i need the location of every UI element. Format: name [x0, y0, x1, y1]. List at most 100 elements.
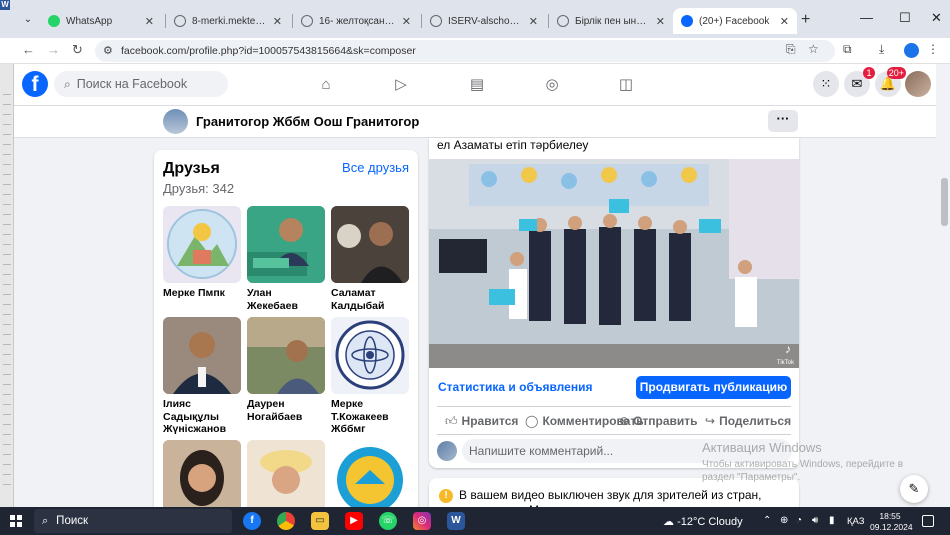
- volume-icon[interactable]: 🔊︎: [812, 515, 818, 526]
- chrome-menu-icon[interactable]: ⋮: [927, 42, 939, 56]
- gaming-icon[interactable]: ◫: [616, 75, 636, 95]
- page-scrollbar-thumb[interactable]: [941, 178, 948, 226]
- close-icon[interactable]: ✕: [656, 15, 665, 28]
- tab-iserv[interactable]: ISERV-alschool.kz - Г ✕: [422, 8, 546, 34]
- facebook-search-input[interactable]: ⌕ Поиск на Facebook: [54, 71, 228, 97]
- globe-icon: [301, 15, 313, 27]
- profile-name[interactable]: Гранитогор Жббм Оош Гранитогор: [196, 114, 419, 129]
- friend-photo[interactable]: [163, 317, 241, 394]
- close-icon[interactable]: ✕: [780, 15, 789, 28]
- facebook-logo[interactable]: f: [22, 71, 48, 97]
- friend-tile[interactable]: Саламат Калдыбай: [331, 206, 409, 312]
- messenger-icon[interactable]: ✉ 1: [844, 67, 875, 97]
- promote-post-button[interactable]: Продвигать публикацию: [636, 376, 791, 399]
- friend-name[interactable]: Улан Жекебаев: [247, 287, 325, 312]
- see-all-friends-link[interactable]: Все друзья: [342, 160, 409, 175]
- friend-tile[interactable]: Ілияс Садықұлы Жүніcжанов: [163, 317, 241, 436]
- wifi-icon[interactable]: ◔: [796, 515, 802, 526]
- new-tab-plus-icon[interactable]: +: [801, 11, 810, 29]
- more-options-button[interactable]: ···: [768, 110, 798, 132]
- network-icon[interactable]: ⊕: [780, 515, 788, 526]
- reload-icon[interactable]: ↻: [72, 42, 83, 58]
- friend-photo[interactable]: [331, 206, 409, 283]
- notifications-badge: 20+: [886, 67, 906, 79]
- tab-birlik[interactable]: Бірлік пен ынтымақ ✕: [549, 8, 673, 34]
- like-button[interactable]: 👍︎ Нравится: [445, 414, 518, 429]
- maximize-icon[interactable]: ☐: [899, 10, 911, 26]
- whatsapp-icon: [48, 15, 60, 27]
- friend-photo[interactable]: [331, 317, 409, 394]
- close-icon[interactable]: ✕: [273, 15, 282, 28]
- send-button[interactable]: ⊛ Отправить: [619, 414, 698, 428]
- globe-icon: [430, 15, 442, 27]
- menu-grid-icon[interactable]: ⁙: [813, 71, 839, 97]
- close-icon[interactable]: ✕: [402, 15, 411, 28]
- friend-photo[interactable]: [163, 440, 241, 507]
- youtube-icon[interactable]: ▶: [345, 512, 363, 530]
- facebook-app-icon[interactable]: f: [243, 512, 261, 530]
- friend-photo[interactable]: [247, 317, 325, 394]
- friend-tile[interactable]: Мерке Т.Кожакеев Жббмг: [331, 317, 409, 436]
- friends-title[interactable]: Друзья: [163, 160, 220, 178]
- friend-tile[interactable]: Мерке Пмпк: [163, 206, 241, 300]
- tab-search-chevron-icon[interactable]: ⌄: [18, 9, 38, 29]
- forward-arrow-icon[interactable]: →: [47, 42, 60, 57]
- back-arrow-icon[interactable]: ←: [22, 42, 35, 57]
- friend-tile[interactable]: [163, 440, 241, 507]
- commenter-avatar[interactable]: [437, 441, 457, 461]
- statistics-link[interactable]: Статистика и объявления: [438, 380, 592, 394]
- browser-profile-avatar[interactable]: [904, 43, 919, 58]
- tab-whatsapp[interactable]: WhatsApp ✕: [40, 8, 162, 34]
- friend-photo[interactable]: [163, 206, 241, 283]
- marketplace-icon[interactable]: ▤: [467, 75, 487, 95]
- close-icon[interactable]: ✕: [529, 15, 538, 28]
- address-bar[interactable]: ⚙ facebook.com/profile.php?id=1000575438…: [95, 40, 835, 62]
- close-icon[interactable]: ✕: [145, 15, 154, 28]
- notification-center-icon[interactable]: [922, 515, 934, 527]
- notifications-bell-icon[interactable]: 🔔 20+: [875, 67, 906, 97]
- extensions-puzzle-icon[interactable]: ⧉: [843, 42, 852, 57]
- friend-name[interactable]: Даурен Ногайбаев: [247, 398, 325, 423]
- minimize-icon[interactable]: —: [860, 10, 873, 25]
- friend-tile[interactable]: [247, 440, 325, 507]
- instagram-icon[interactable]: ◎: [413, 512, 431, 530]
- friend-tile[interactable]: Даурен Ногайбаев: [247, 317, 325, 423]
- friend-name[interactable]: Ілияс Садықұлы Жүніcжанов: [163, 398, 241, 436]
- word-app-icon[interactable]: W: [447, 512, 465, 530]
- tab-merki[interactable]: 8-merki.mektebi.kz ✕: [166, 8, 290, 34]
- whatsapp-app-icon[interactable]: ☏: [379, 512, 397, 530]
- groups-icon[interactable]: ◎: [542, 75, 562, 95]
- install-app-icon[interactable]: ⎘: [786, 42, 796, 57]
- profile-avatar[interactable]: [163, 109, 188, 134]
- battery-icon[interactable]: ▮: [829, 515, 835, 526]
- friend-name[interactable]: Мерке Т.Кожакеев Жббмг: [331, 398, 409, 436]
- friend-photo[interactable]: [331, 440, 409, 507]
- post-video[interactable]: ♪ TikTok: [429, 159, 799, 368]
- tray-chevron-icon[interactable]: ⌃: [763, 515, 771, 526]
- friend-photo[interactable]: [247, 206, 325, 283]
- friend-tile[interactable]: [331, 440, 409, 507]
- clock[interactable]: 18:55 09.12.2024: [870, 511, 913, 533]
- friend-name[interactable]: Мерке Пмпк: [163, 287, 241, 300]
- download-icon[interactable]: ⤓: [879, 42, 884, 57]
- friend-name[interactable]: Саламат Калдыбай: [331, 287, 409, 312]
- tab-facebook[interactable]: (20+) Facebook ✕: [673, 8, 797, 34]
- chrome-app-icon[interactable]: [277, 512, 295, 530]
- account-avatar[interactable]: [905, 71, 931, 97]
- language-indicator[interactable]: ҚАЗ: [847, 516, 865, 527]
- share-button[interactable]: ↪ Поделиться: [705, 414, 791, 428]
- bookmark-star-icon[interactable]: ☆: [808, 42, 819, 56]
- video-icon[interactable]: ▷: [391, 75, 411, 95]
- tab-zheltoksan[interactable]: 16- желтоқсан Тәуел ✕: [293, 8, 419, 34]
- page-scrollbar-track[interactable]: [936, 106, 950, 507]
- file-explorer-icon[interactable]: ▭: [311, 512, 329, 530]
- site-settings-icon[interactable]: ⚙: [103, 44, 113, 57]
- windows-start-icon[interactable]: [10, 515, 22, 527]
- window-close-icon[interactable]: ✕: [931, 10, 942, 26]
- taskbar-search[interactable]: ⌕ Поиск: [34, 509, 232, 533]
- friend-photo[interactable]: [247, 440, 325, 507]
- home-icon[interactable]: ⌂: [316, 75, 336, 95]
- friend-tile[interactable]: Улан Жекебаев: [247, 206, 325, 312]
- weather-widget[interactable]: ☁ -12°C Cloudy: [663, 515, 743, 528]
- search-placeholder: Поиск на Facebook: [76, 77, 188, 91]
